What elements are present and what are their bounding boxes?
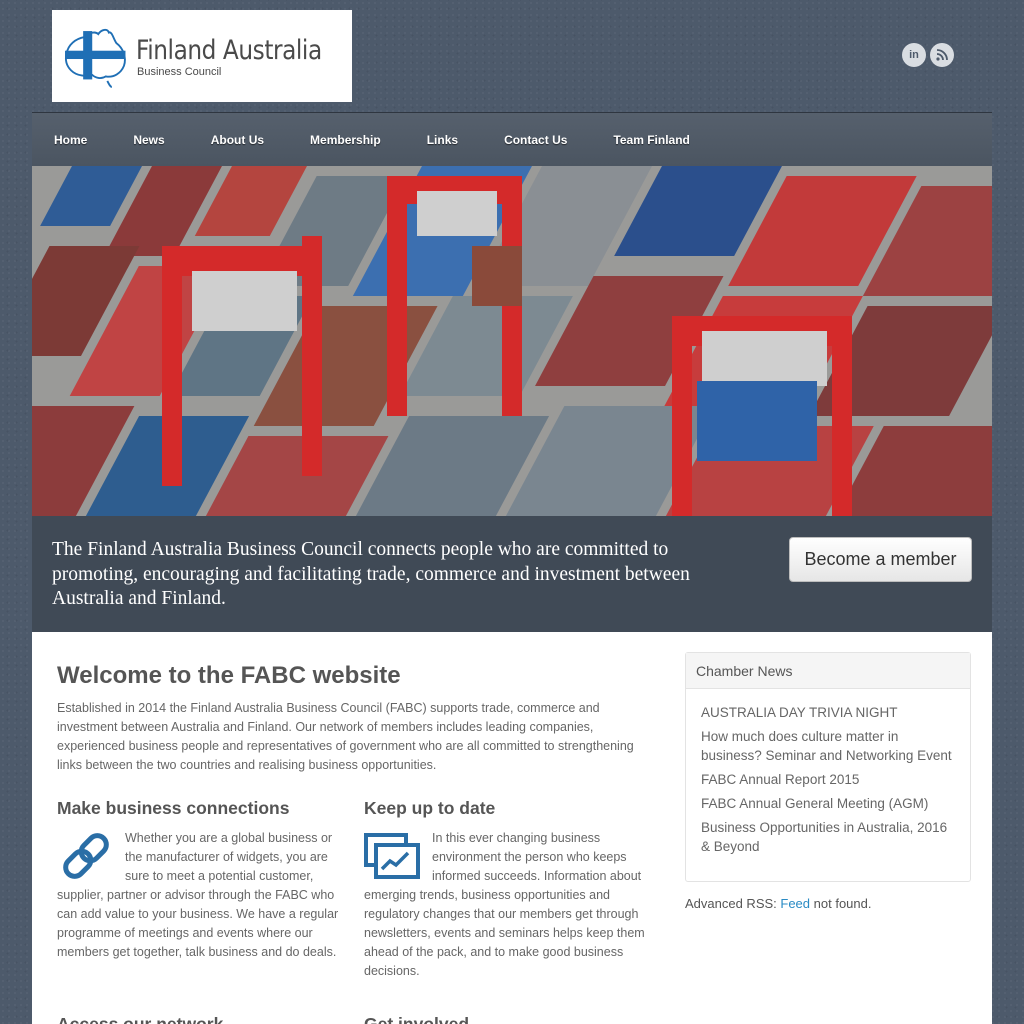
nav-about-us[interactable]: About Us: [211, 133, 264, 147]
site-logo[interactable]: Finland Australia Business Council: [52, 10, 352, 102]
widget-title: Chamber News: [686, 653, 970, 689]
chamber-news-widget: Chamber News AUSTRALIA DAY TRIVIA NIGHT …: [685, 652, 971, 882]
news-item[interactable]: How much does culture matter in business…: [701, 727, 958, 765]
intro-text: Established in 2014 the Finland Australi…: [57, 701, 634, 772]
main-nav: Home News About Us Membership Links Cont…: [32, 112, 992, 166]
logo-subtitle: Business Council: [137, 65, 222, 78]
become-member-button[interactable]: Become a member: [789, 537, 972, 582]
main-content: Welcome to the FABC website Established …: [32, 632, 992, 1024]
rss-prefix: Advanced RSS:: [685, 896, 781, 911]
logo-title: Finland Australia: [136, 34, 322, 66]
nav-news[interactable]: News: [133, 133, 164, 147]
nav-home[interactable]: Home: [54, 133, 87, 147]
news-item[interactable]: FABC Annual General Meeting (AGM): [701, 794, 958, 813]
get-involved-title: Get involved: [364, 1014, 470, 1024]
rss-glyph: [936, 49, 948, 61]
news-item[interactable]: Business Opportunities in Australia, 201…: [701, 818, 958, 856]
nav-contact-us[interactable]: Contact Us: [504, 133, 567, 147]
linkedin-icon[interactable]: in: [902, 43, 926, 67]
section-title: Keep up to date: [364, 798, 496, 818]
nav-membership[interactable]: Membership: [310, 133, 381, 147]
news-list: AUSTRALIA DAY TRIVIA NIGHT How much does…: [686, 689, 970, 856]
link-chain-icon: [63, 833, 109, 879]
container-port-illustration: [32, 166, 992, 516]
news-item[interactable]: AUSTRALIA DAY TRIVIA NIGHT: [701, 703, 958, 722]
news-item[interactable]: FABC Annual Report 2015: [701, 770, 958, 789]
hero-image: [32, 166, 992, 516]
rss-icon[interactable]: [930, 43, 954, 67]
tagline-text: The Finland Australia Business Council c…: [52, 539, 690, 609]
access-network-title: Access our network: [57, 1014, 224, 1024]
section-title: Make business connections: [57, 798, 290, 818]
rss-suffix: not found.: [810, 896, 872, 911]
nav-links[interactable]: Links: [427, 133, 458, 147]
rss-feed-link[interactable]: Feed: [780, 896, 810, 911]
tagline-band: The Finland Australia Business Council c…: [32, 516, 992, 632]
rss-status: Advanced RSS: Feed not found.: [685, 896, 871, 911]
page-title: Welcome to the FABC website: [57, 662, 401, 689]
social-links: in: [902, 43, 954, 67]
chart-screens-icon: [364, 833, 420, 879]
business-connections-section: Make business connections Whether you ar…: [57, 798, 342, 962]
nav-team-finland[interactable]: Team Finland: [613, 133, 689, 147]
keep-up-to-date-section: Keep up to date In this ever changing bu…: [364, 798, 649, 981]
australia-finland-flag-icon: [65, 28, 126, 88]
